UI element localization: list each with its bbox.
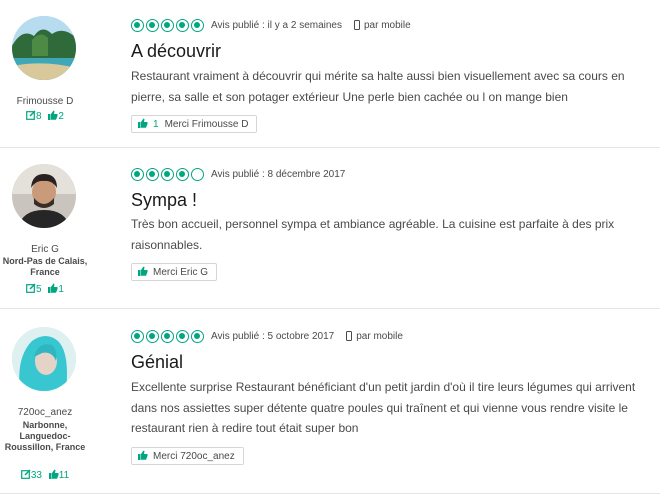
review-title[interactable]: Génial	[131, 352, 183, 373]
phone-icon	[346, 331, 353, 341]
bubble-rating-icon	[131, 18, 204, 32]
review-meta: Avis publié : 5 octobre 2017 par mobile	[131, 328, 403, 344]
thanks-label: Merci Frimousse D	[164, 118, 249, 130]
thanks-button[interactable]: 1 Merci Frimousse D	[131, 115, 258, 133]
mobile-label: par mobile	[364, 19, 411, 31]
user-location: Nord-Pas de Calais, France	[2, 256, 88, 277]
username[interactable]: Frimousse D	[0, 96, 90, 107]
user-location: Narbonne, Languedoc-Roussillon, France	[4, 420, 86, 452]
review-body: Restaurant vraiment à découvrir qui méri…	[131, 69, 625, 104]
thumbs-up-icon	[48, 283, 58, 296]
review-card: Frimousse D 8 2 Avis publié : il y a 2 s…	[0, 0, 660, 148]
helpful-votes-count: 2	[58, 111, 64, 122]
user-badges: 5 1	[0, 283, 90, 296]
bubble-rating-icon	[131, 329, 204, 343]
published-date: Avis publié : 5 octobre 2017	[211, 330, 335, 342]
thanks-label: Merci Eric G	[153, 266, 208, 278]
thumbs-up-icon	[138, 118, 148, 131]
avatar[interactable]	[12, 16, 76, 80]
thanks-label: Merci 720oc_anez	[153, 450, 235, 462]
user-badges: 33 11	[0, 469, 90, 482]
phone-icon	[354, 20, 360, 30]
pencil-icon	[20, 469, 31, 482]
bubble-rating-icon	[131, 167, 204, 181]
contributions-count: 8	[36, 111, 42, 122]
review-body: Excellente surprise Restaurant bénéficia…	[131, 380, 636, 435]
pencil-icon	[26, 283, 36, 296]
helpful-votes-count: 11	[58, 470, 70, 481]
review-title[interactable]: A découvrir	[131, 41, 221, 62]
thumbs-up-icon	[48, 110, 58, 123]
mobile-label: par mobile	[356, 330, 403, 342]
thanks-count: 1	[153, 118, 159, 130]
thanks-button[interactable]: Merci 720oc_anez	[131, 447, 244, 465]
contributions-count: 5	[36, 284, 42, 295]
avatar[interactable]	[12, 327, 76, 391]
mobile-indicator: par mobile	[346, 331, 403, 342]
published-date: Avis publié : 8 décembre 2017	[211, 168, 346, 180]
thumbs-up-icon	[138, 266, 148, 279]
review-card: 720oc_anez Narbonne, Languedoc-Roussillo…	[0, 309, 660, 494]
avatar[interactable]	[12, 164, 76, 228]
pencil-icon	[26, 110, 36, 123]
review-meta: Avis publié : il y a 2 semaines par mobi…	[131, 17, 411, 33]
helpful-votes-count: 1	[58, 284, 64, 295]
username[interactable]: 720oc_anez	[0, 407, 90, 418]
review-title[interactable]: Sympa !	[131, 190, 197, 211]
published-date: Avis publié : il y a 2 semaines	[211, 19, 342, 31]
review-body: Très bon accueil, personnel sympa et amb…	[131, 217, 615, 252]
thumbs-up-icon	[48, 469, 59, 482]
thanks-button[interactable]: Merci Eric G	[131, 263, 217, 281]
contributions-count: 33	[30, 470, 42, 481]
review-card: Eric G Nord-Pas de Calais, France 5 1 Av…	[0, 148, 660, 309]
username[interactable]: Eric G	[0, 244, 90, 255]
thumbs-up-icon	[138, 450, 148, 463]
mobile-indicator: par mobile	[354, 20, 411, 31]
user-badges: 8 2	[0, 110, 90, 123]
review-meta: Avis publié : 8 décembre 2017	[131, 166, 345, 182]
